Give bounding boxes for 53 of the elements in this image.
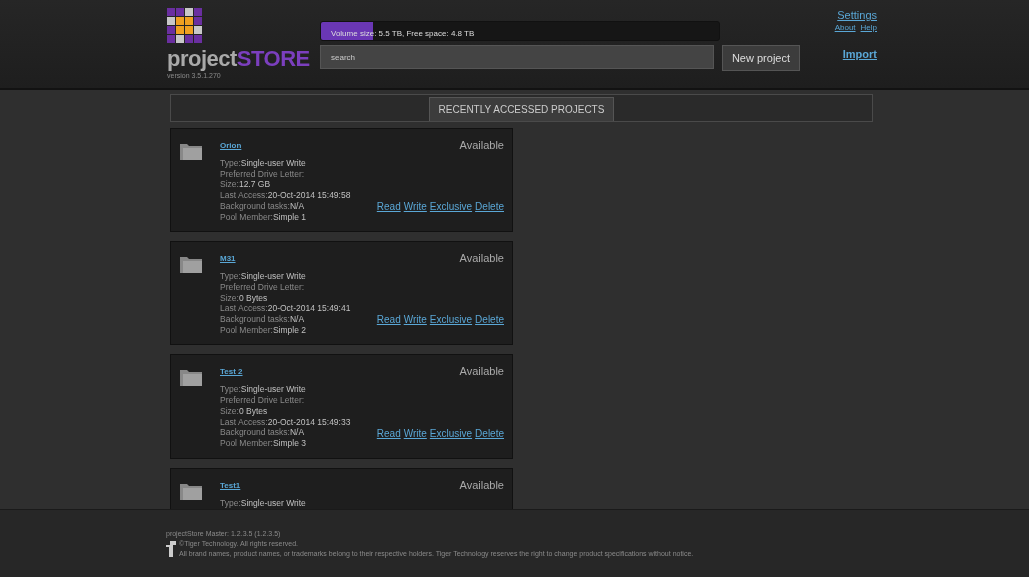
project-detail: Size:0 Bytes	[220, 405, 269, 417]
action-link[interactable]: Write	[403, 201, 427, 213]
project-detail: Pool Member:Simple 2	[220, 324, 307, 336]
folder-icon	[180, 256, 202, 274]
action-link[interactable]: Read	[376, 314, 401, 326]
tab[interactable]: RECENTLY ACCESSED PROJECTS	[428, 97, 615, 121]
action-link[interactable]: Exclusive	[429, 427, 473, 439]
project-detail: Size:12.7 GB	[220, 179, 272, 191]
company-logo-icon	[166, 541, 176, 557]
action-link[interactable]: Delete	[475, 314, 504, 326]
action-link[interactable]: Read	[376, 427, 401, 439]
logo-wordmark: projectSTORE	[167, 46, 311, 72]
action-link[interactable]: Exclusive	[429, 314, 473, 326]
project-detail: Preferred Drive Letter:	[220, 168, 306, 180]
search-field[interactable]: search	[320, 45, 714, 69]
action-link[interactable]: Delete	[475, 427, 504, 439]
project-detail: Preferred Drive Letter:	[220, 281, 306, 293]
project-name-link[interactable]: Test 2	[220, 367, 243, 377]
project-detail: Size:0 Bytes	[220, 292, 269, 304]
import-link[interactable]: Import	[842, 48, 877, 60]
help-link[interactable]: Help	[860, 23, 877, 32]
project-detail: Type:Single-user Write	[220, 384, 307, 396]
project-detail: Pool Member:Simple 3	[220, 437, 307, 449]
project-detail: Preferred Drive Letter:	[220, 395, 306, 406]
folder-icon	[180, 482, 202, 500]
project-detail: Background tasks:N/A	[220, 200, 306, 212]
new-project-button[interactable]: New project	[721, 45, 800, 71]
project-detail: Last Access:20-Oct-2014 15:49:58	[220, 190, 351, 201]
project-detail: Type:Single-user Write	[220, 158, 307, 169]
status-text: Available	[459, 365, 504, 378]
action-link[interactable]: Delete	[475, 201, 504, 213]
action-link[interactable]: Write	[403, 427, 427, 439]
project-name-link[interactable]: M31	[220, 254, 236, 264]
project-detail: Pool Member:Simple 1	[220, 211, 307, 223]
project-detail: Background tasks:N/A	[220, 314, 306, 325]
project-detail: Last Access:20-Oct-2014 15:49:33	[220, 416, 351, 428]
about-link[interactable]: About	[834, 23, 856, 32]
project-detail: Background tasks:N/A	[220, 427, 306, 438]
status-text: Available	[459, 478, 504, 491]
settings-link[interactable]: Settings	[837, 9, 877, 21]
action-link[interactable]: Read	[376, 201, 401, 213]
folder-icon	[180, 143, 202, 160]
project-name-link[interactable]: Test1	[220, 480, 241, 490]
folder-icon	[180, 369, 202, 387]
status-text: Available	[459, 252, 504, 265]
project-detail: Type:Single-user Write	[220, 497, 306, 509]
project-detail: Last Access:20-Oct-2014 15:49:41	[220, 303, 351, 315]
project-name-link[interactable]: Orion	[220, 141, 242, 150]
logo-icon	[167, 8, 202, 43]
action-link[interactable]: Write	[403, 314, 427, 326]
status-text: Available	[459, 139, 504, 151]
action-link[interactable]: Exclusive	[429, 201, 473, 213]
project-detail: Type:Single-user Write	[220, 271, 307, 282]
